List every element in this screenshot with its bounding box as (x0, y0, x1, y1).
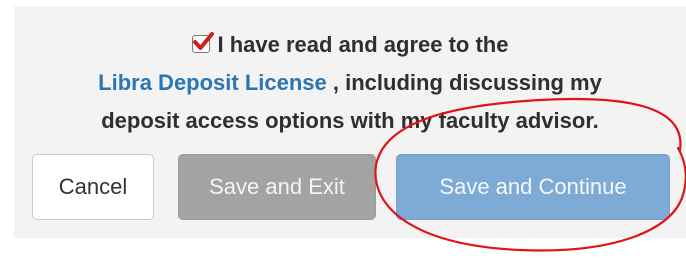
agreement-line-1: I have read and agree to the (14, 26, 686, 64)
agreement-line-2: Libra Deposit License , including discus… (14, 64, 686, 102)
agreement-checkbox[interactable] (191, 32, 214, 53)
save-and-continue-button[interactable]: Save and Continue (396, 154, 670, 220)
checkbox-checked-icon (192, 32, 214, 50)
agreement-line-2-text: , including discussing my (326, 70, 602, 95)
agreement-line-1-text: I have read and agree to the (217, 32, 509, 57)
page: I have read and agree to the Libra Depos… (0, 0, 686, 258)
cancel-button[interactable]: Cancel (32, 154, 154, 220)
agreement-line-3: deposit access options with my faculty a… (101, 108, 599, 133)
agreement-text: I have read and agree to the Libra Depos… (14, 26, 686, 140)
libra-deposit-license-link[interactable]: Libra Deposit License (98, 70, 327, 95)
save-and-exit-button[interactable]: Save and Exit (178, 154, 376, 220)
